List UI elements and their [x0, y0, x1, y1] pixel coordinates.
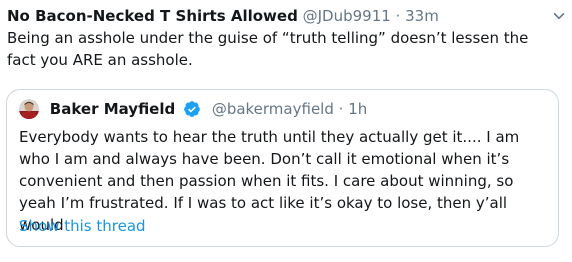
avatar[interactable] — [19, 98, 39, 119]
tweet-text: Being an asshole under the guise of “tru… — [7, 29, 529, 69]
quoted-tweet-header: Baker Mayfield @bakermayfield · 1h — [19, 98, 367, 120]
show-thread-link[interactable]: Show this thread — [19, 215, 146, 237]
quoted-tweet-timestamp[interactable]: 1h — [348, 100, 367, 118]
author-handle[interactable]: @JDub9911 — [303, 7, 391, 25]
tweet-timestamp[interactable]: 33m — [405, 7, 439, 25]
separator-dot: · — [338, 100, 344, 118]
separator-dot: · — [395, 7, 401, 25]
quoted-tweet[interactable]: Baker Mayfield @bakermayfield · 1h Every… — [6, 89, 559, 247]
tweet-header: No Bacon-Necked T Shirts Allowed @JDub99… — [7, 5, 439, 27]
chevron-down-icon[interactable] — [553, 10, 565, 22]
verified-badge-icon — [184, 100, 200, 117]
quoted-author-name[interactable]: Baker Mayfield — [50, 100, 175, 118]
quoted-author-handle[interactable]: @bakermayfield — [212, 100, 334, 118]
author-name[interactable]: No Bacon-Necked T Shirts Allowed — [7, 7, 298, 25]
tweet[interactable]: No Bacon-Necked T Shirts Allowed @JDub99… — [0, 0, 572, 262]
